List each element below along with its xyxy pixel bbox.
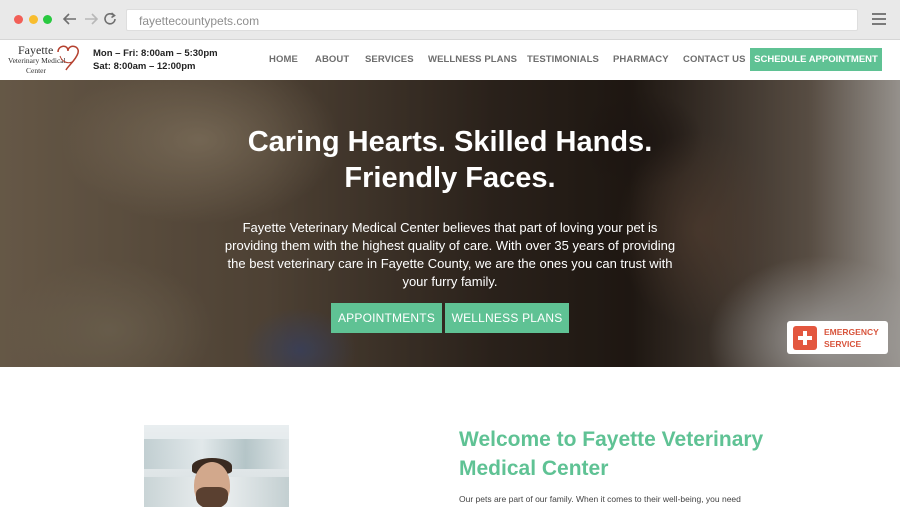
hero-title: Caring Hearts. Skilled Hands. Friendly F…: [0, 124, 900, 196]
welcome-paragraph: Our pets are part of our family. When it…: [459, 494, 741, 504]
hero-banner: Caring Hearts. Skilled Hands. Friendly F…: [0, 80, 900, 367]
veterinarian-photo: [144, 425, 289, 507]
heart-paw-icon: [57, 45, 79, 71]
nav-about[interactable]: ABOUT: [315, 54, 349, 65]
hours-weekday: Mon – Fri: 8:00am – 5:30pm: [93, 48, 218, 59]
back-arrow-icon[interactable]: [61, 10, 79, 28]
nav-testimonials[interactable]: TESTIMONIALS: [527, 54, 599, 65]
browser-chrome: fayettecountypets.com: [0, 0, 900, 40]
hours-saturday: Sat: 8:00am – 12:00pm: [93, 61, 196, 72]
nav-home[interactable]: HOME: [269, 54, 298, 65]
welcome-heading: Welcome to Fayette Veterinary Medical Ce…: [459, 428, 764, 480]
close-window-dot[interactable]: [14, 15, 23, 24]
office-hours: Mon – Fri: 8:00am – 5:30pm Sat: 8:00am –…: [93, 47, 218, 73]
clinic-logo[interactable]: Fayette Veterinary Medical Center: [6, 42, 86, 78]
browser-menu-icon[interactable]: [872, 13, 886, 25]
reload-icon[interactable]: [101, 10, 119, 28]
hero-title-line-1: Caring Hearts. Skilled Hands.: [247, 126, 653, 158]
nav-wellness-plans[interactable]: WELLNESS PLANS: [428, 54, 517, 65]
nav-pharmacy[interactable]: PHARMACY: [613, 54, 669, 65]
nav-services[interactable]: SERVICES: [365, 54, 414, 65]
forward-arrow-icon[interactable]: [82, 10, 100, 28]
logo-line-3: Center: [26, 66, 46, 75]
emergency-label: EMERGENCY SERVICE: [824, 326, 879, 350]
medical-cross-icon: [793, 326, 817, 350]
url-text: fayettecountypets.com: [139, 14, 260, 28]
nav-contact-us[interactable]: CONTACT US: [683, 54, 746, 65]
address-bar[interactable]: fayettecountypets.com: [126, 9, 858, 31]
appointments-button[interactable]: APPOINTMENTS: [331, 303, 442, 333]
emergency-service-button[interactable]: EMERGENCY SERVICE: [787, 321, 888, 354]
hero-buttons: APPOINTMENTS WELLNESS PLANS: [331, 303, 569, 333]
emergency-line-2: SERVICE: [824, 339, 862, 349]
hero-title-line-2: Friendly Faces.: [344, 162, 556, 194]
schedule-appointment-button[interactable]: SCHEDULE APPOINTMENT: [750, 48, 882, 71]
hero-description: Fayette Veterinary Medical Center believ…: [224, 220, 676, 289]
emergency-line-1: EMERGENCY: [824, 327, 879, 337]
minimize-window-dot[interactable]: [29, 15, 38, 24]
wellness-plans-button[interactable]: WELLNESS PLANS: [445, 303, 569, 333]
maximize-window-dot[interactable]: [43, 15, 52, 24]
